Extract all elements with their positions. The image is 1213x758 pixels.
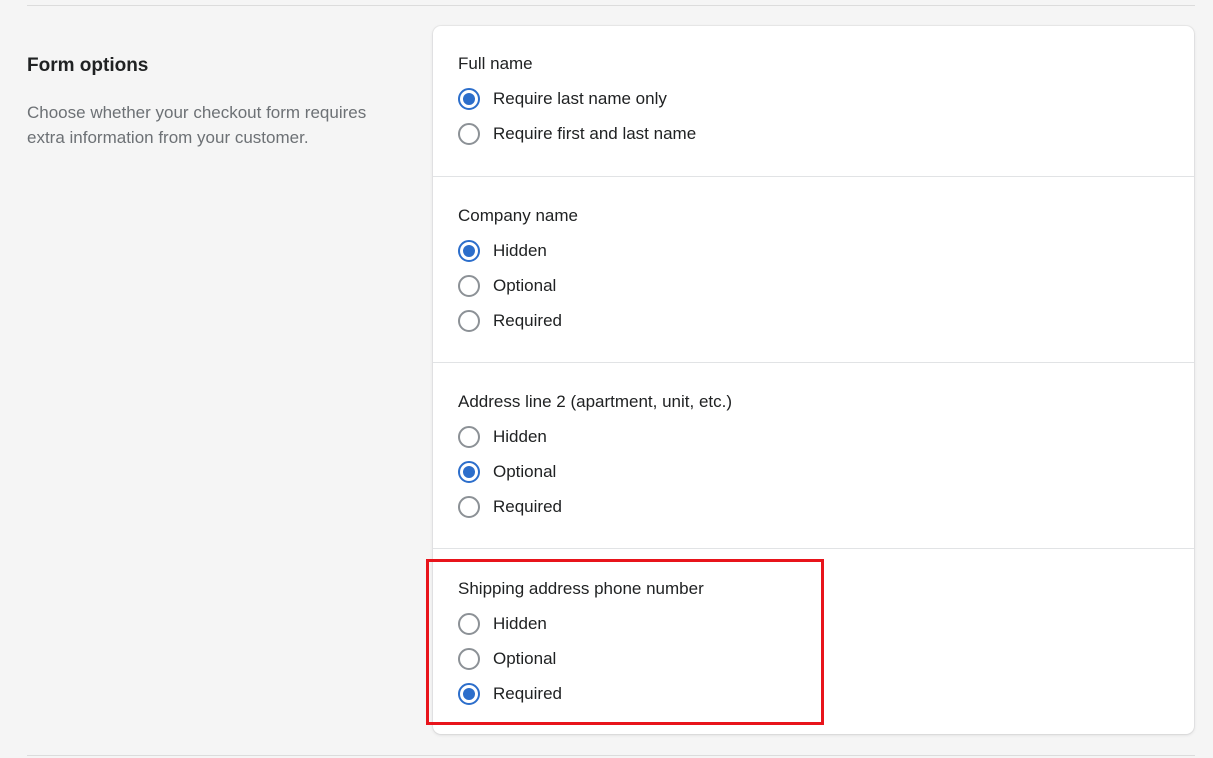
company-name-title: Company name <box>458 206 579 225</box>
shipping-phone-option-hidden[interactable]: Hidden <box>458 611 547 637</box>
full-name-title: Full name <box>458 54 533 73</box>
option-label: Hidden <box>493 241 547 260</box>
address-line-2-option-required[interactable]: Required <box>458 494 562 520</box>
radio-button[interactable] <box>458 310 480 332</box>
radio-button[interactable] <box>458 123 480 145</box>
radio-button-checked[interactable] <box>458 683 480 705</box>
company-name-option-optional[interactable]: Optional <box>458 273 556 299</box>
company-name-option-hidden[interactable]: Hidden <box>458 238 547 264</box>
full-name-option-last-only[interactable]: Require last name only <box>458 86 667 112</box>
radio-button[interactable] <box>458 613 480 635</box>
shipping-phone-option-optional[interactable]: Optional <box>458 646 556 672</box>
option-label: Optional <box>493 462 557 481</box>
radio-button-checked[interactable] <box>458 461 480 483</box>
section-description: Choose whether your checkout form requir… <box>27 103 367 147</box>
radio-button[interactable] <box>458 275 480 297</box>
company-name-section: Company name Hidden Optional Required <box>433 176 1194 363</box>
address-line-2-section: Address line 2 (apartment, unit, etc.) H… <box>433 362 1194 549</box>
shipping-phone-option-required[interactable]: Required <box>458 681 562 707</box>
option-label: Hidden <box>493 614 547 633</box>
option-label: Require first and last name <box>493 124 697 143</box>
section-heading: Form options <box>27 55 149 76</box>
address-line-2-option-optional[interactable]: Optional <box>458 459 556 485</box>
address-line-2-option-hidden[interactable]: Hidden <box>458 424 547 450</box>
radio-button[interactable] <box>458 426 480 448</box>
full-name-option-first-and-last[interactable]: Require first and last name <box>458 121 696 147</box>
radio-button[interactable] <box>458 648 480 670</box>
option-label: Required <box>493 497 562 516</box>
shipping-phone-title: Shipping address phone number <box>458 579 704 598</box>
full-name-section: Full name Require last name only Require… <box>433 26 1194 176</box>
option-label: Optional <box>493 649 557 668</box>
option-label: Hidden <box>493 427 547 446</box>
form-options-annotation: Form options Choose whether your checkou… <box>27 52 407 150</box>
option-label: Require last name only <box>493 89 667 108</box>
option-label: Required <box>493 684 562 703</box>
bottom-divider <box>27 755 1195 756</box>
radio-button[interactable] <box>458 496 480 518</box>
form-options-card: Full name Require last name only Require… <box>433 26 1194 734</box>
option-label: Required <box>493 311 562 330</box>
radio-button-checked[interactable] <box>458 240 480 262</box>
shipping-phone-section: Shipping address phone number Hidden Opt… <box>433 548 1194 735</box>
company-name-option-required[interactable]: Required <box>458 308 562 334</box>
option-label: Optional <box>493 276 557 295</box>
address-line-2-title: Address line 2 (apartment, unit, etc.) <box>458 392 733 411</box>
radio-button-checked[interactable] <box>458 88 480 110</box>
top-divider <box>27 5 1195 6</box>
